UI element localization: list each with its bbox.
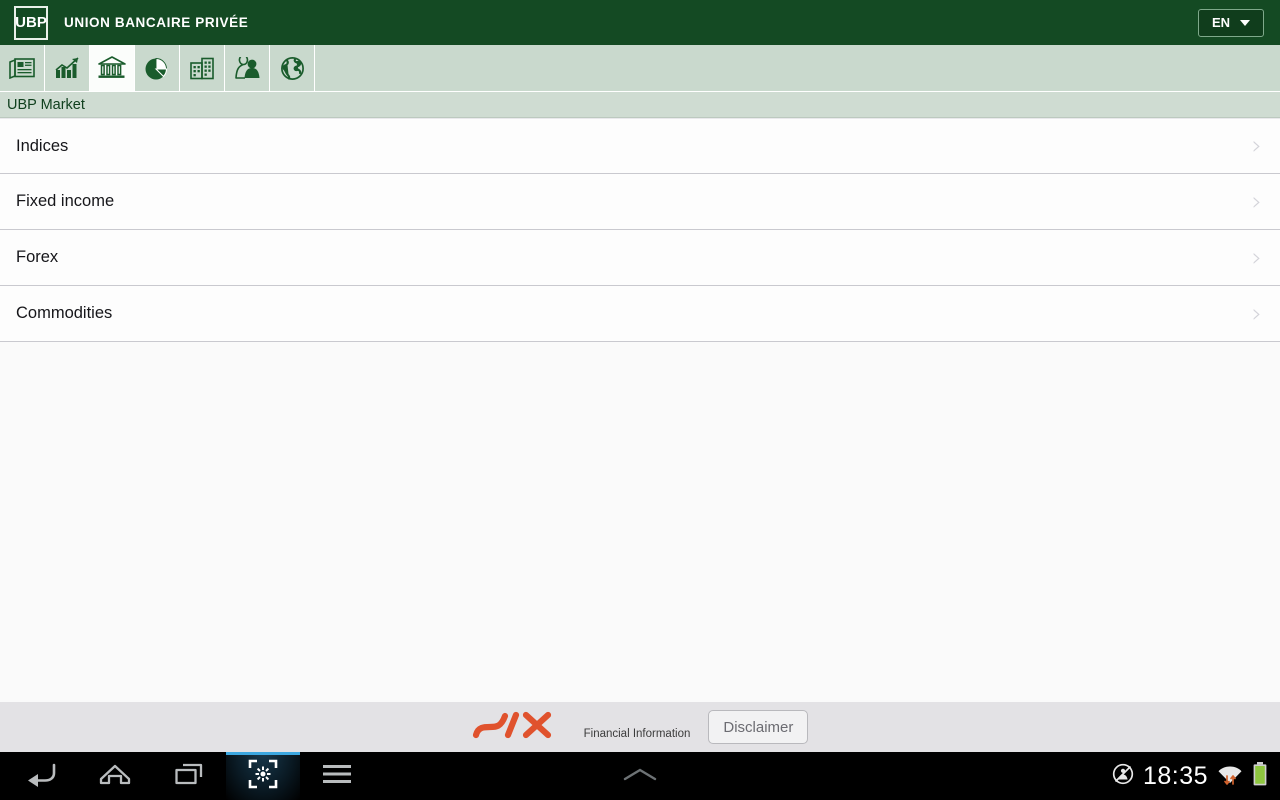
toolbar-filler [315, 45, 1280, 91]
bar-chart-icon [54, 56, 80, 80]
tab-contacts[interactable] [225, 45, 270, 91]
nav-recents-button[interactable] [152, 752, 226, 800]
recent-apps-icon [174, 762, 204, 791]
list-item-indices[interactable]: Indices › [0, 118, 1280, 174]
chevron-up-icon [622, 765, 658, 788]
back-arrow-icon [25, 761, 57, 792]
tab-markets[interactable] [45, 45, 90, 91]
chevron-right-icon: › [1251, 131, 1262, 161]
ubp-logo-text: UBP [15, 14, 47, 31]
provider-caption: Financial Information [583, 728, 691, 740]
tab-news[interactable] [0, 45, 45, 91]
content-empty-area [0, 342, 1280, 702]
chevron-down-icon [1240, 19, 1251, 26]
nav-screenshot-button[interactable] [226, 752, 300, 800]
brand-name: UNION BANCAIRE PRIVÉE [64, 15, 249, 30]
disclaimer-button[interactable]: Disclaimer [708, 710, 809, 744]
bank-icon [97, 56, 127, 80]
newspaper-icon [9, 57, 35, 79]
list-item-fixed-income[interactable]: Fixed income › [0, 174, 1280, 230]
android-navigation-bar: 18:35 [0, 752, 1280, 800]
menu-icon [322, 763, 352, 790]
chevron-right-icon: › [1251, 242, 1262, 273]
app-header: UBP UNION BANCAIRE PRIVÉE EN [0, 0, 1280, 45]
wifi-icon[interactable] [1217, 761, 1243, 792]
pie-chart-icon [144, 56, 170, 81]
list-item-label: Indices [16, 136, 69, 155]
language-selector[interactable]: EN [1198, 8, 1264, 37]
ubp-logo: UBP [14, 5, 48, 40]
list-item-label: Forex [16, 248, 59, 266]
six-logo [472, 708, 564, 747]
list-item-forex[interactable]: Forex › [0, 230, 1280, 286]
nav-expand-button[interactable] [622, 765, 658, 788]
capture-icon [248, 759, 278, 794]
app-root: UBP UNION BANCAIRE PRIVÉE EN UBP Market … [0, 0, 1280, 800]
home-icon [99, 762, 131, 791]
nav-menu-button[interactable] [300, 752, 374, 800]
buildings-icon [189, 57, 215, 80]
page-title-bar: UBP Market [0, 92, 1280, 118]
status-area: 18:35 [1112, 761, 1280, 792]
tab-portfolio[interactable] [135, 45, 180, 91]
language-selector-value: EN [1211, 15, 1231, 30]
page-title: UBP Market [7, 96, 85, 113]
chevron-right-icon: › [1251, 186, 1262, 217]
nav-back-button[interactable] [4, 752, 78, 800]
tab-global[interactable] [270, 45, 315, 91]
list-item-label: Fixed income [16, 192, 115, 210]
mute-icon[interactable] [1112, 763, 1134, 790]
icon-toolbar [0, 45, 1280, 92]
chevron-right-icon: › [1251, 298, 1262, 329]
battery-full-icon[interactable] [1252, 761, 1268, 792]
status-clock: 18:35 [1142, 761, 1208, 790]
globe-icon [280, 56, 305, 81]
tab-companies[interactable] [180, 45, 225, 91]
market-category-list: Indices › Fixed income › Forex › Commodi… [0, 118, 1280, 342]
list-item-label: Commodities [16, 304, 113, 322]
tab-ubp-market[interactable] [90, 45, 135, 91]
nav-home-button[interactable] [78, 752, 152, 800]
list-item-commodities[interactable]: Commodities › [0, 286, 1280, 342]
disclaimer-button-label: Disclaimer [723, 718, 794, 736]
people-icon [233, 56, 261, 80]
footer: Financial Information Disclaimer [0, 702, 1280, 752]
